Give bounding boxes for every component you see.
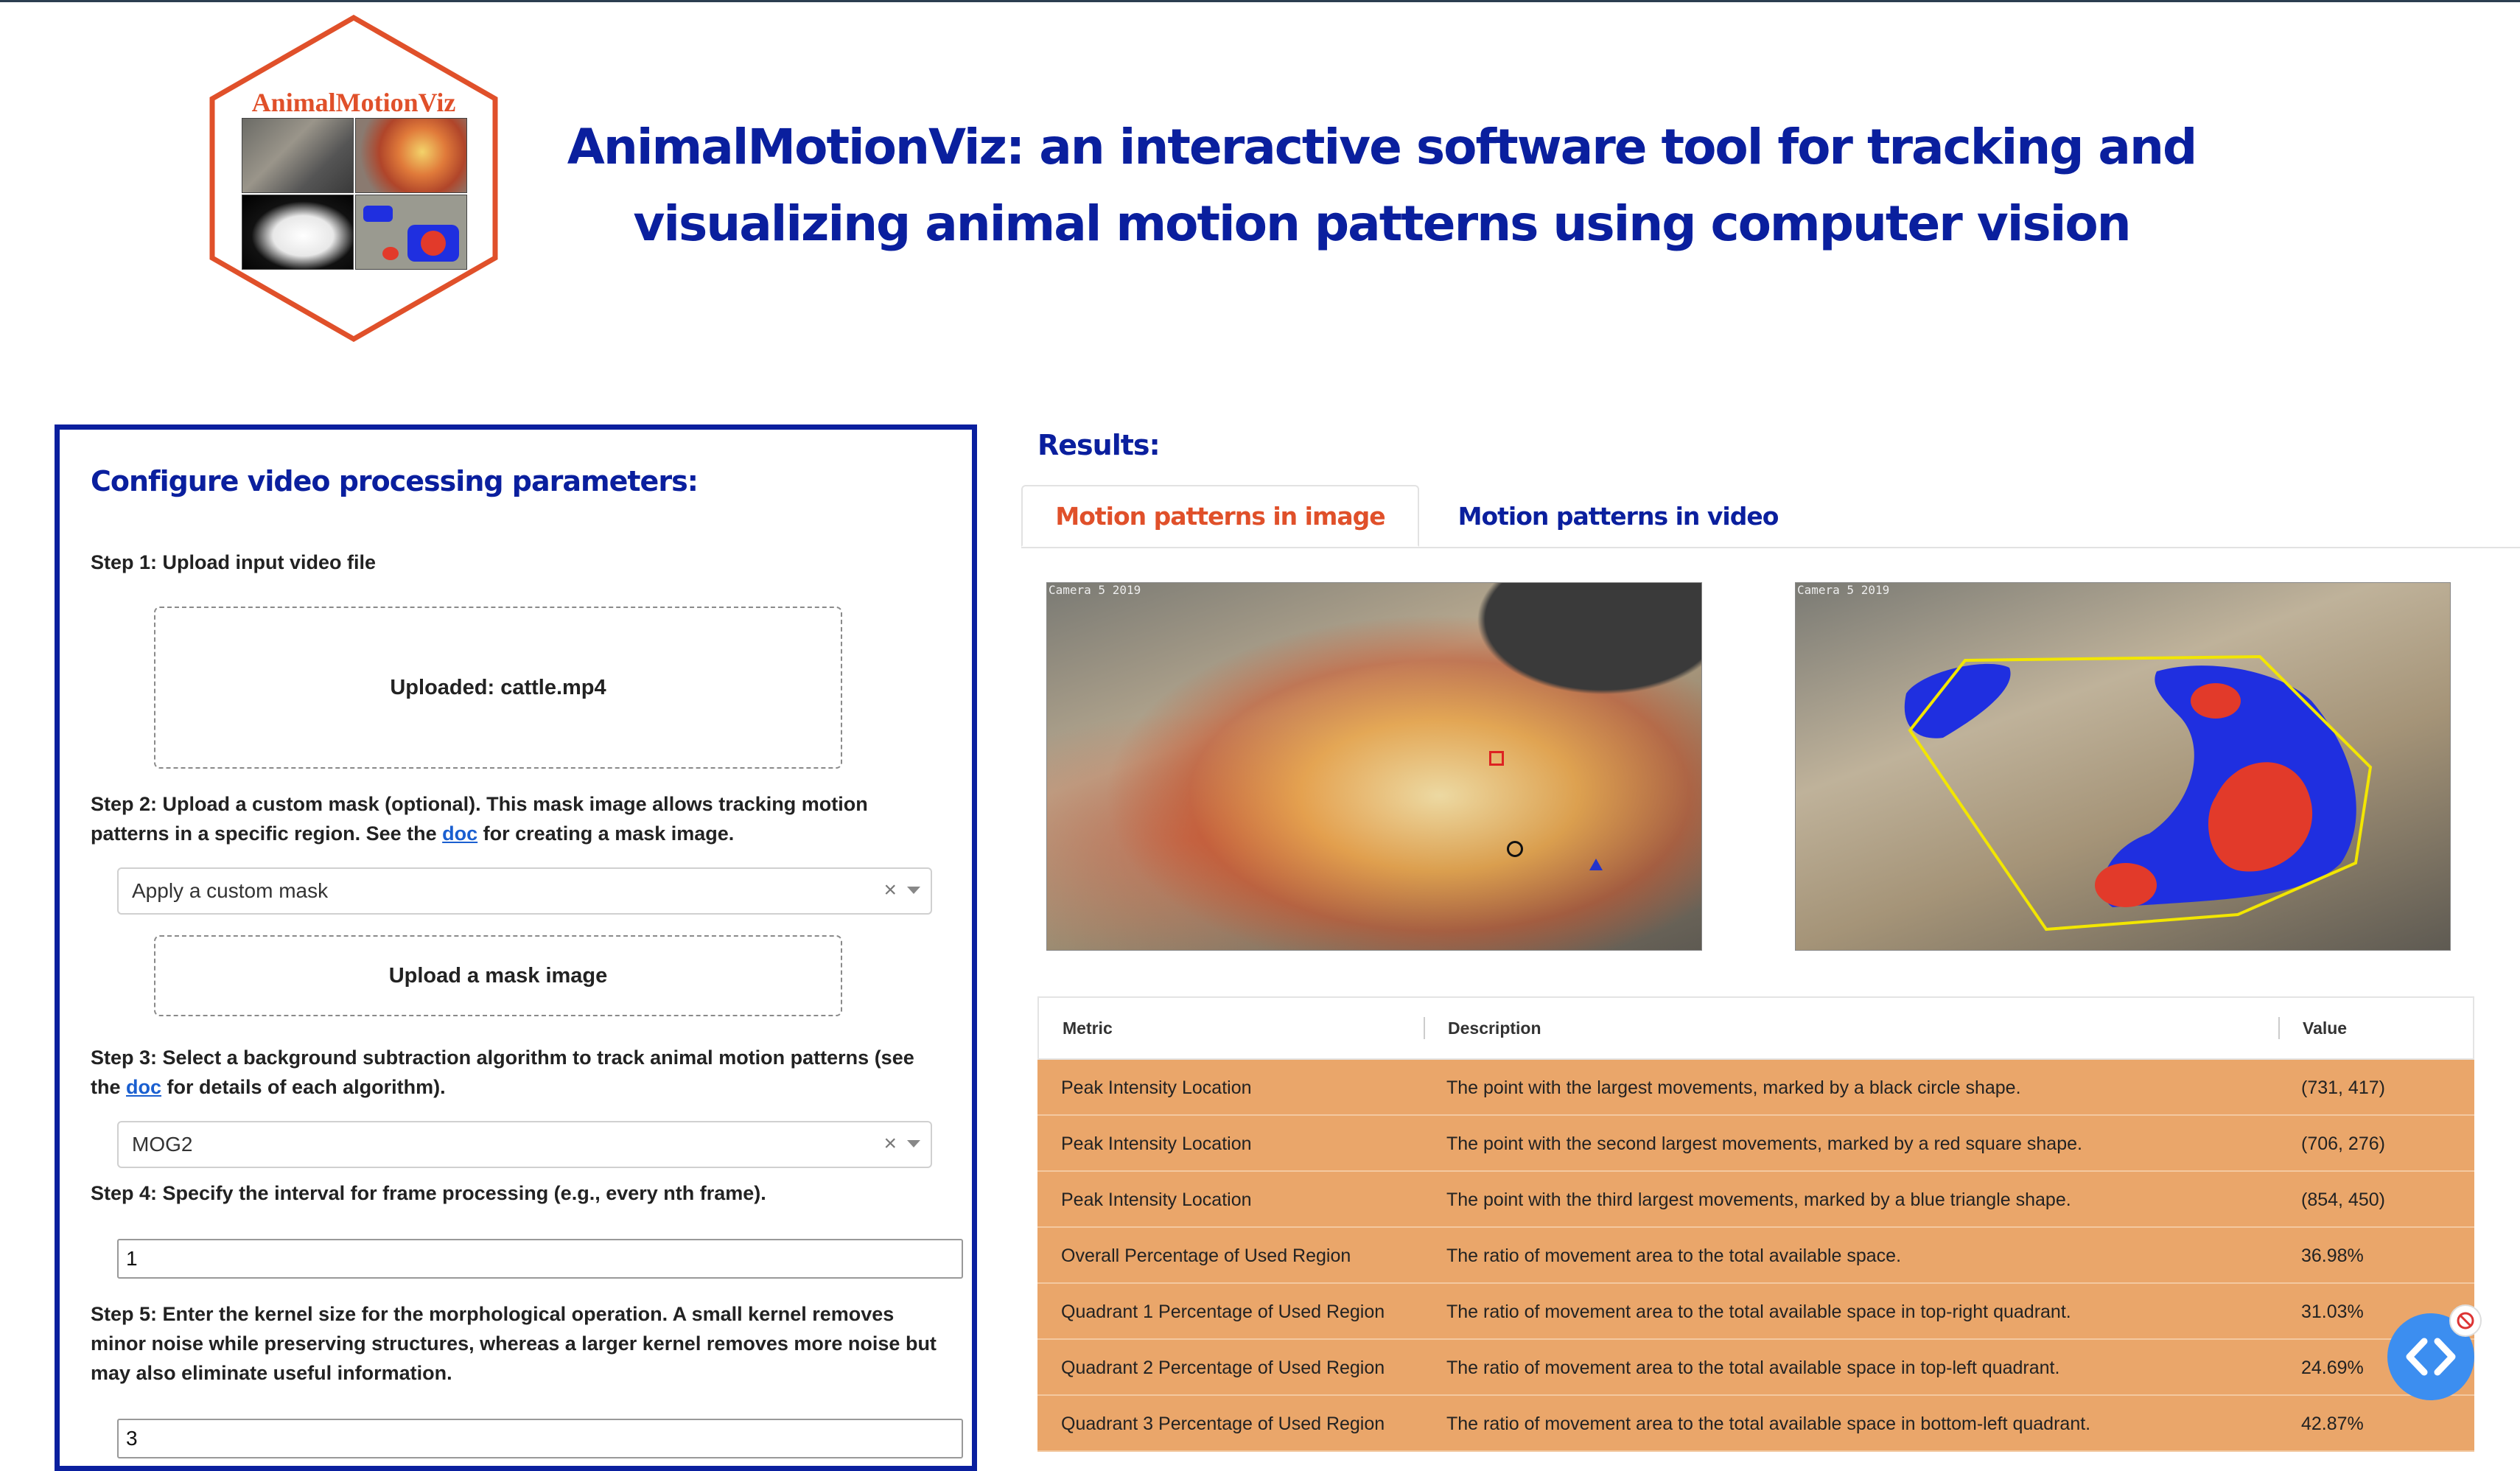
red-square-marker xyxy=(1489,751,1504,766)
metric-cell: Quadrant 2 Percentage of Used Region xyxy=(1061,1358,1385,1378)
header-description: Description xyxy=(1448,1018,1541,1038)
chevron-down-icon[interactable] xyxy=(907,1140,920,1147)
value-cell: (706, 276) xyxy=(2301,1133,2385,1154)
description-cell: The ratio of movement area to the total … xyxy=(1446,1301,2071,1322)
description-cell: The ratio of movement area to the total … xyxy=(1446,1414,2091,1434)
logo-text: AnimalMotionViz xyxy=(251,88,456,117)
header-metric: Metric xyxy=(1063,1018,1113,1038)
chevron-down-icon[interactable] xyxy=(907,887,920,894)
error-badge-icon[interactable] xyxy=(2449,1304,2482,1337)
header-value: Value xyxy=(2303,1018,2348,1038)
value-cell: 36.98% xyxy=(2301,1245,2364,1266)
metric-cell: Peak Intensity Location xyxy=(1061,1189,1252,1210)
algorithm-select[interactable]: MOG2 × xyxy=(117,1121,932,1168)
table-row: Peak Intensity Location The point with t… xyxy=(1037,1060,2474,1116)
black-circle-marker xyxy=(1507,841,1523,857)
table-row: Peak Intensity Location The point with t… xyxy=(1037,1172,2474,1228)
step4-label: Step 4: Specify the interval for frame p… xyxy=(91,1182,766,1204)
metrics-table: Metric Description Value Peak Intensity … xyxy=(1037,996,2474,1452)
step5-label: Step 5: Enter the kernel size for the mo… xyxy=(91,1303,937,1384)
step1-label: Step 1: Upload input video file xyxy=(91,551,377,573)
config-panel: Configure video processing parameters: S… xyxy=(55,424,977,1471)
value-cell: (854, 450) xyxy=(2301,1189,2385,1210)
tab-motion-image[interactable]: Motion patterns in image xyxy=(1021,485,1419,547)
table-row: Quadrant 3 Percentage of Used Region The… xyxy=(1037,1396,2474,1452)
value-cell: (731, 417) xyxy=(2301,1077,2385,1098)
logo-thumbnail-heatmap xyxy=(355,118,467,193)
metric-cell: Quadrant 1 Percentage of Used Region xyxy=(1061,1301,1385,1322)
table-header: Metric Description Value xyxy=(1037,996,2474,1060)
custom-mask-select-value: Apply a custom mask xyxy=(132,879,329,902)
top-border xyxy=(0,0,2520,2)
metric-cell: Overall Percentage of Used Region xyxy=(1061,1245,1351,1266)
description-cell: The ratio of movement area to the total … xyxy=(1446,1245,1902,1266)
kernel-size-input[interactable] xyxy=(117,1419,963,1458)
step3-label: Step 3: Select a background subtraction … xyxy=(91,1047,914,1098)
logo-thumbnail-video xyxy=(242,118,354,193)
custom-mask-select[interactable]: Apply a custom mask × xyxy=(117,867,932,915)
results-title: Results: xyxy=(1037,429,1161,461)
blue-triangle-marker xyxy=(1589,859,1603,870)
config-title: Configure video processing parameters: xyxy=(91,465,699,497)
table-row: Quadrant 1 Percentage of Used Region The… xyxy=(1037,1284,2474,1340)
table-row: Peak Intensity Location The point with t… xyxy=(1037,1116,2474,1172)
metric-cell: Quadrant 3 Percentage of Used Region xyxy=(1061,1414,1385,1434)
heatmap-image: Camera 5 2019 xyxy=(1046,582,1702,951)
results-tabs: Motion patterns in image Motion patterns… xyxy=(1021,485,2520,548)
upload-status: Uploaded: cattle.mp4 xyxy=(390,675,606,699)
value-cell: 31.03% xyxy=(2301,1301,2364,1322)
description-cell: The point with the second largest moveme… xyxy=(1446,1133,2082,1154)
metric-cell: Peak Intensity Location xyxy=(1061,1077,1252,1098)
description-cell: The ratio of movement area to the total … xyxy=(1446,1358,2060,1378)
mask-doc-link[interactable]: doc xyxy=(442,822,477,845)
mask-upload-dropzone[interactable]: Upload a mask image xyxy=(154,935,842,1016)
mask-upload-label: Upload a mask image xyxy=(388,963,608,988)
region-overlay xyxy=(1904,654,2373,932)
clear-icon[interactable]: × xyxy=(883,878,897,903)
logo-thumbnail-regions xyxy=(355,195,467,270)
table-row: Overall Percentage of Used Region The ra… xyxy=(1037,1228,2474,1284)
table-row: Quadrant 2 Percentage of Used Region The… xyxy=(1037,1340,2474,1396)
clear-icon[interactable]: × xyxy=(883,1131,897,1156)
description-cell: The point with the third largest movemen… xyxy=(1446,1189,2071,1210)
page-title: AnimalMotionViz: an interactive software… xyxy=(567,119,2197,252)
region-usage-image: Camera 5 2019 xyxy=(1795,582,2451,951)
step2-label: Step 2: Upload a custom mask (optional).… xyxy=(91,793,868,845)
logo-thumbnail-mask xyxy=(242,195,354,270)
algorithm-doc-link[interactable]: doc xyxy=(126,1076,161,1098)
value-cell: 24.69% xyxy=(2301,1358,2364,1378)
description-cell: The point with the largest movements, ma… xyxy=(1446,1077,2021,1098)
camera-caption: Camera 5 2019 xyxy=(1049,583,1141,597)
frame-interval-input[interactable] xyxy=(117,1239,963,1279)
tab-motion-video[interactable]: Motion patterns in video xyxy=(1419,485,1817,547)
algorithm-select-value: MOG2 xyxy=(132,1133,193,1156)
app-logo: AnimalMotionViz xyxy=(206,15,501,342)
value-cell: 42.87% xyxy=(2301,1414,2364,1434)
metric-cell: Peak Intensity Location xyxy=(1061,1133,1252,1154)
video-upload-dropzone[interactable]: Uploaded: cattle.mp4 xyxy=(154,607,842,769)
